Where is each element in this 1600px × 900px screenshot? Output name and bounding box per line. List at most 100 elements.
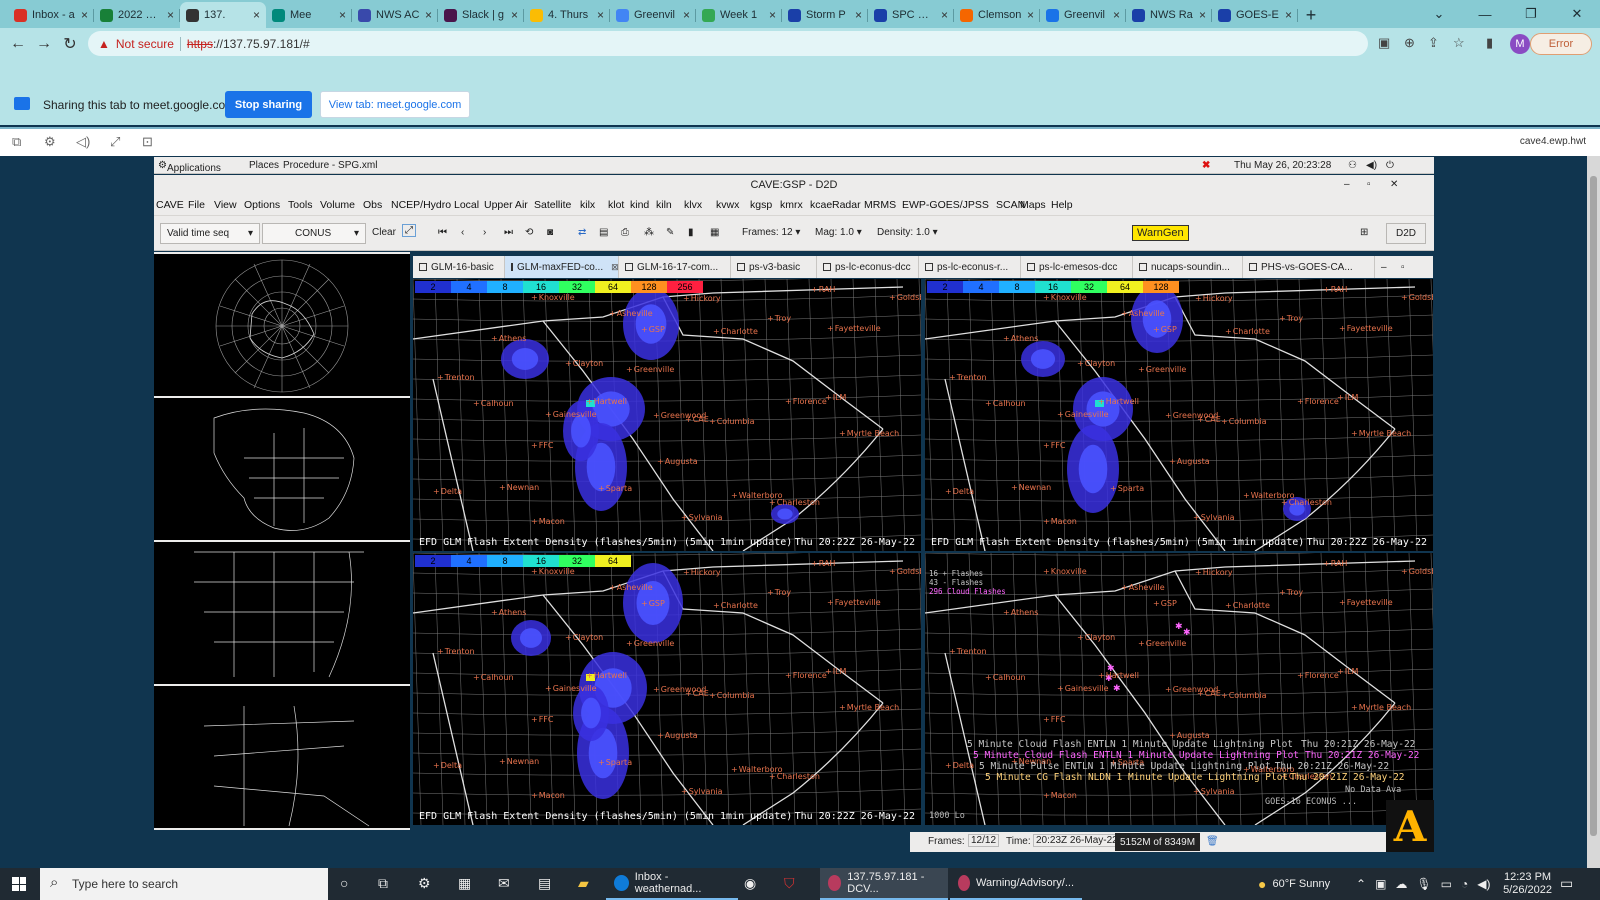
last-frame-icon[interactable]: ⏭	[504, 227, 513, 238]
thumbnail-north-hemisphere[interactable]	[154, 254, 410, 396]
menu-file[interactable]: File	[188, 199, 205, 211]
browser-tab[interactable]: Clemson ×	[954, 2, 1040, 28]
map-panel-1[interactable]: Knoxville Hickory Asheville GSP Charlotte Tro…	[413, 279, 921, 551]
menu-kmrx[interactable]: kmrx	[780, 199, 803, 211]
tray-app-icon[interactable]: ▣	[1375, 877, 1386, 891]
procedure-tab[interactable]: ps-v3-basic	[731, 256, 817, 278]
menu-upper-air[interactable]: Upper Air	[484, 199, 528, 211]
mail-icon[interactable]: ✉	[498, 875, 510, 892]
network-icon[interactable]: ⚇	[1348, 160, 1357, 171]
map-panel-4[interactable]: ✱✱✱✱✱KnoxvilleHickoryAshevilleGSPCharlot…	[925, 553, 1433, 825]
tab-checkbox-icon[interactable]	[925, 263, 933, 271]
tab-close-icon[interactable]: ×	[855, 8, 862, 22]
tab-close-icon[interactable]: ×	[425, 8, 432, 22]
copy-icon[interactable]: ⧉	[12, 134, 21, 150]
procedure-tab[interactable]: ps-lc-econus-r...	[919, 256, 1021, 278]
power-icon[interactable]: ⏻	[1386, 160, 1394, 171]
zoom-icon[interactable]: ⊕	[1404, 35, 1415, 51]
microphone-icon[interactable]: 🎙	[1416, 877, 1431, 891]
map-panel-2[interactable]: Knoxville Hickory Asheville GSP Charlotte Tro…	[925, 279, 1433, 551]
displays-icon[interactable]: ⊡	[142, 134, 153, 150]
back-icon[interactable]: ←	[8, 34, 28, 54]
menu-tools[interactable]: Tools	[288, 199, 313, 211]
tab-close-icon[interactable]: ⊠	[611, 262, 619, 273]
menu-volume[interactable]: Volume	[320, 199, 355, 211]
tab-checkbox-icon[interactable]	[1027, 263, 1035, 271]
lightning-legend[interactable]: 5 Minute CG Flash NLDN 1 Minute Update L…	[985, 772, 1405, 783]
store-icon[interactable]: ▦	[458, 875, 471, 892]
perspective-switch-icon[interactable]: ⊞	[1360, 227, 1368, 238]
settings-gear-icon[interactable]: ⚙	[44, 134, 56, 150]
stop-sharing-button[interactable]: Stop sharing	[225, 91, 312, 118]
menu-cave[interactable]: CAVE	[156, 199, 184, 211]
tab-checkbox-icon[interactable]	[419, 263, 427, 271]
menu-radar[interactable]: Radar	[832, 199, 861, 211]
notifications-icon[interactable]: ▭	[1560, 875, 1573, 892]
browser-tab[interactable]: Slack | g ×	[438, 2, 524, 28]
browser-tab[interactable]: Inbox - a ×	[8, 2, 94, 28]
procedure-tab[interactable]: ps-lc-econus-dcc	[817, 256, 919, 278]
tab-checkbox-icon[interactable]	[1249, 263, 1257, 271]
taskbar-app-chrome-dcv[interactable]: 137.75.97.181 - DCV...	[820, 868, 948, 900]
shield-app-icon[interactable]: ⛉	[784, 875, 795, 892]
lightning-legend[interactable]: 5 Minute Cloud Flash ENTLN 1 Minute Upda…	[973, 750, 1419, 761]
panel-maximize-icon[interactable]: ▫	[1395, 256, 1405, 278]
tab-checkbox-icon[interactable]	[823, 263, 831, 271]
task-view-icon[interactable]: ⧉	[378, 875, 388, 892]
procedure-tab[interactable]: GLM-16-basic	[413, 256, 505, 278]
menu-help[interactable]: Help	[1051, 199, 1073, 211]
tab-close-icon[interactable]: ×	[1199, 8, 1206, 22]
tab-close-icon[interactable]: ×	[769, 8, 776, 22]
battery-icon[interactable]: ▭	[1441, 877, 1452, 891]
tab-close-icon[interactable]: ×	[253, 8, 260, 22]
menu-kcae[interactable]: kcae	[810, 199, 832, 211]
taskbar-app-chrome-warning[interactable]: Warning/Advisory/...	[950, 868, 1082, 900]
image-properties-icon[interactable]: ▤	[599, 227, 608, 238]
tray-chevron-icon[interactable]: ⌃	[1356, 877, 1366, 891]
tab-checkbox-icon[interactable]	[625, 263, 633, 271]
tab-close-icon[interactable]: ×	[167, 8, 174, 22]
menu-klvx[interactable]: klvx	[684, 199, 702, 211]
tab-close-icon[interactable]: ×	[1113, 8, 1120, 22]
next-frame-icon[interactable]: ›	[483, 227, 486, 238]
tab-checkbox-icon[interactable]	[511, 263, 513, 271]
reload-icon[interactable]: ↻	[60, 34, 80, 54]
tab-close-icon[interactable]: ×	[597, 8, 604, 22]
d2d-perspective-button[interactable]: D2D	[1386, 223, 1426, 244]
menu-mrms[interactable]: MRMS	[864, 199, 896, 211]
clear-button[interactable]: Clear	[372, 227, 396, 238]
new-tab-button[interactable]: +	[1298, 2, 1324, 28]
time-mode-select[interactable]: Valid time seq ▾	[160, 223, 260, 244]
prev-frame-icon[interactable]: ‹	[461, 227, 464, 238]
cave-maximize-button[interactable]: ▫	[1367, 175, 1371, 195]
draw-icon[interactable]: ✎	[666, 227, 674, 238]
file-explorer-icon[interactable]: ▰	[578, 875, 589, 892]
windows-start-icon[interactable]	[12, 877, 26, 891]
cave-close-button[interactable]: ✕	[1390, 175, 1398, 195]
swap-panes-icon[interactable]: ⇄	[578, 227, 586, 238]
browser-tab[interactable]: Greenvil ×	[1040, 2, 1126, 28]
profile-avatar[interactable]: M	[1510, 34, 1530, 54]
menu-kind[interactable]: kind	[630, 199, 649, 211]
product-legend[interactable]: EFD GLM Flash Extent Density (flashes/5m…	[419, 537, 792, 548]
onedrive-icon[interactable]: ☁	[1395, 877, 1407, 891]
trash-icon[interactable]: 🗑	[1206, 836, 1219, 847]
restore-button[interactable]: ❐	[1508, 0, 1554, 28]
loop-settings-icon[interactable]: ◙	[547, 227, 553, 238]
speaker-icon[interactable]: ◀)	[1477, 877, 1490, 891]
error-button[interactable]: Error	[1530, 33, 1592, 55]
procedure-tab[interactable]: GLM-16-17-com...	[619, 256, 731, 278]
browser-tab[interactable]: Greenvil ×	[610, 2, 696, 28]
install-icon[interactable]: ▣	[1378, 35, 1390, 51]
taskbar-app-edge[interactable]: Inbox - weathernad...	[606, 868, 738, 900]
thumbnail-eastern-us[interactable]	[154, 542, 410, 684]
share-icon[interactable]: ⇪	[1428, 35, 1439, 51]
loop-icon[interactable]: ⟲	[525, 227, 533, 238]
taskbar-clock[interactable]: 12:23 PM 5/26/2022	[1503, 871, 1552, 897]
close-window-button[interactable]: ✕	[1554, 0, 1600, 28]
places-menu[interactable]: Places	[249, 160, 279, 171]
url-bar[interactable]: ▲ Not secure https://137.75.97.181/#	[88, 31, 1368, 56]
cave-minimize-button[interactable]: –	[1344, 175, 1350, 195]
print-icon[interactable]: ⎙	[621, 227, 629, 238]
tab-close-icon[interactable]: ×	[1027, 8, 1034, 22]
